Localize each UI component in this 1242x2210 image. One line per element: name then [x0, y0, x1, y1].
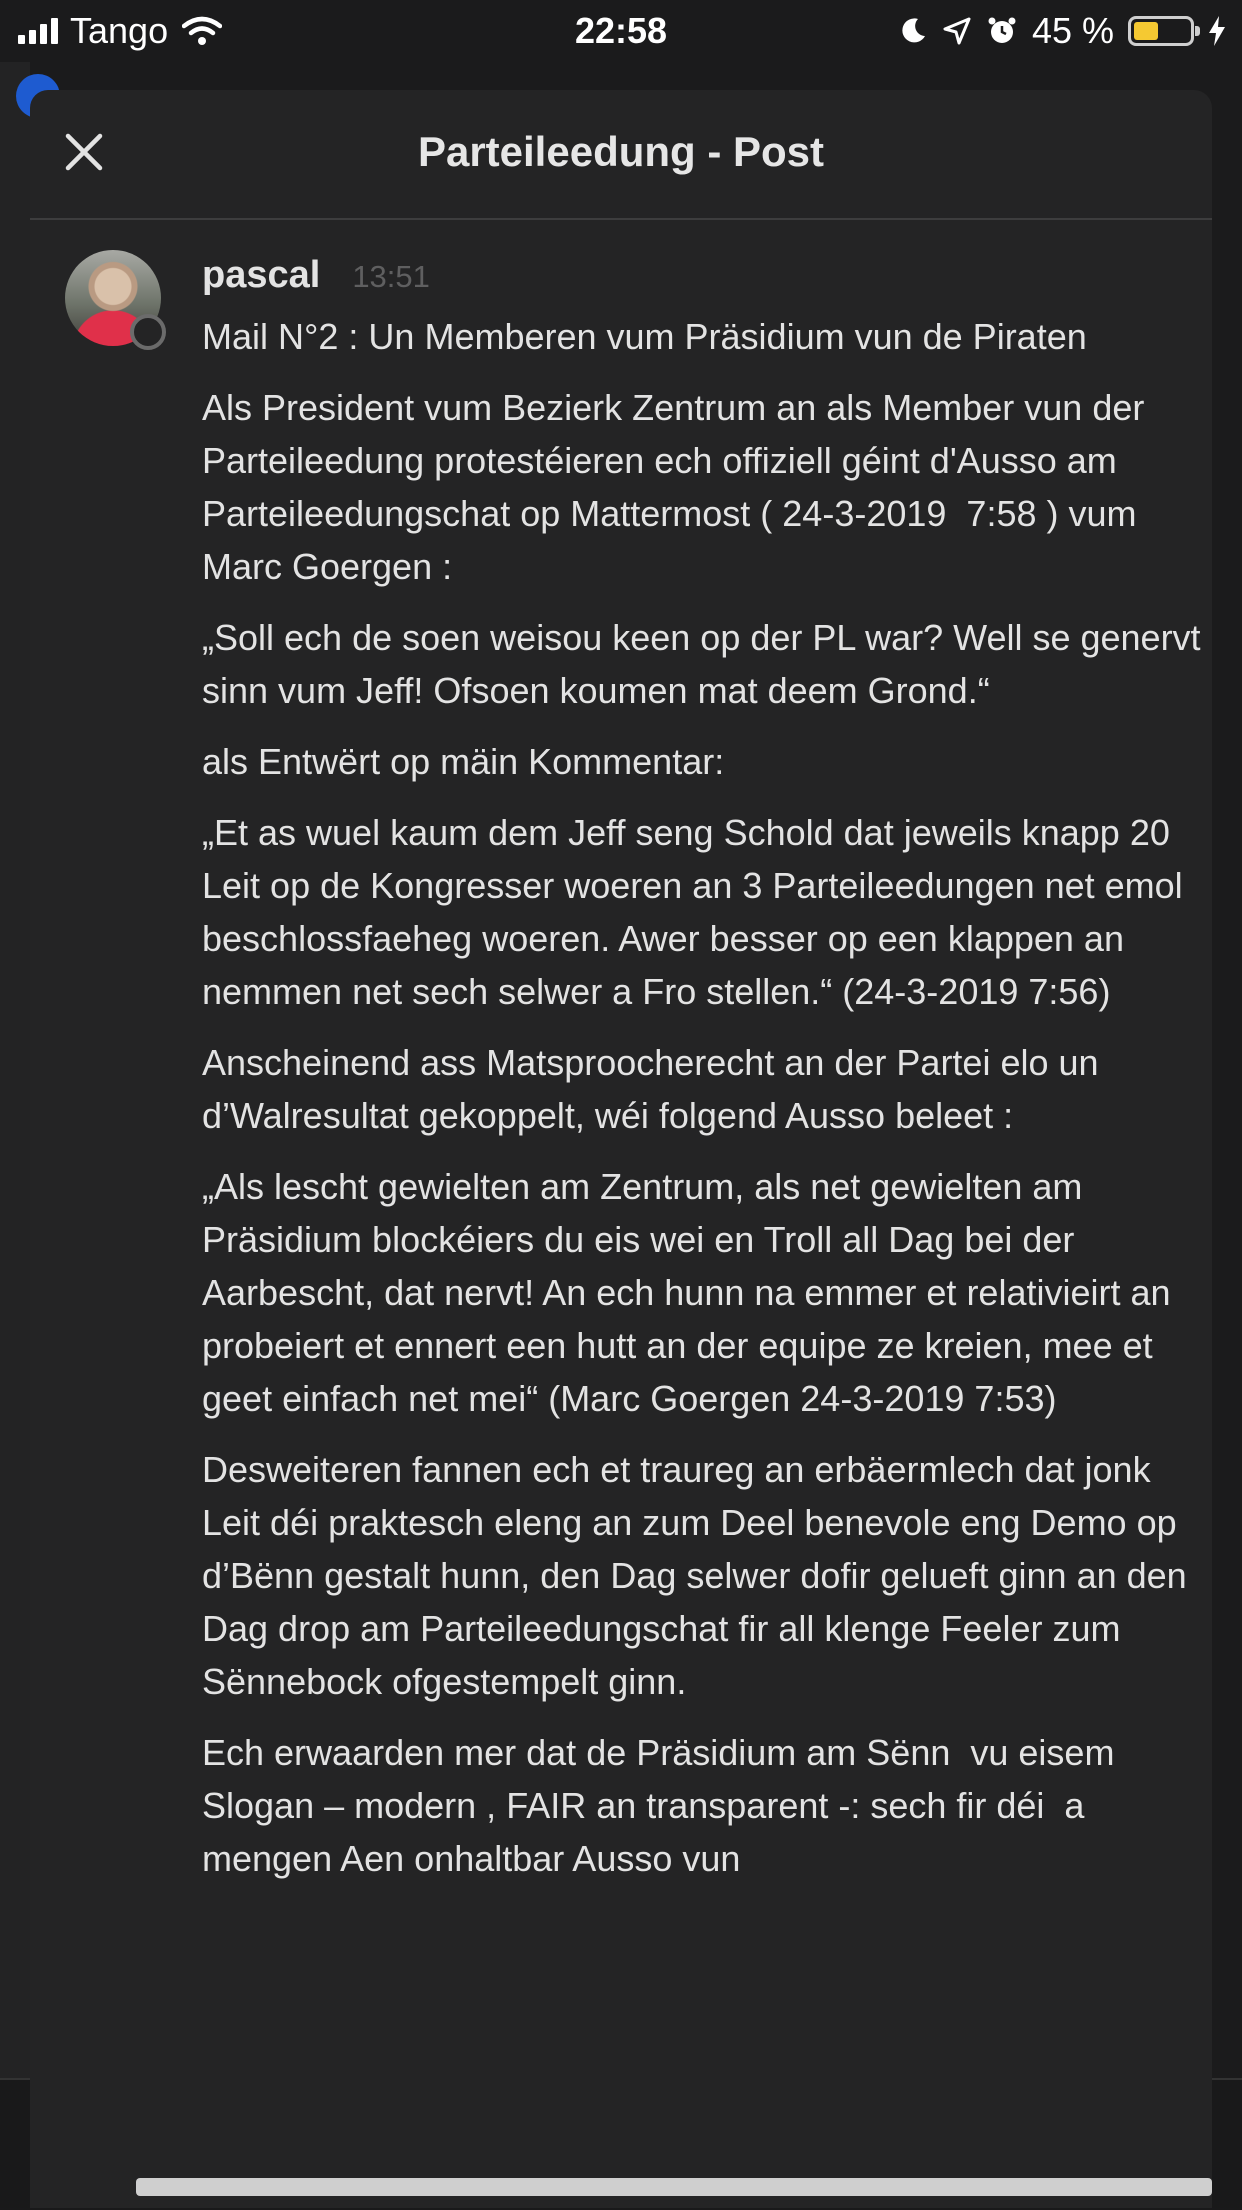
post-paragraph: Desweiteren fannen ech et traureg an erb… — [202, 1449, 1197, 1702]
battery-percent: 45 % — [1031, 10, 1114, 51]
moon-icon — [902, 18, 925, 43]
status-bar-right: 45 % — [898, 10, 1226, 52]
post-modal: Parteileedung - Post pascal 13:51 Mail N… — [30, 90, 1212, 2208]
post-paragraph: Ech erwaarden mer dat de Präsidium am Së… — [202, 1732, 1125, 1879]
location-arrow-icon — [943, 17, 971, 45]
post-timestamp: 13:51 — [352, 259, 430, 294]
post-paragraph: „Als lescht gewielten am Zentrum, als ne… — [202, 1166, 1181, 1419]
post-paragraph: „Soll ech de soen weisou keen op der PL … — [202, 617, 1211, 711]
status-bar: Tango 22:58 45 % — [0, 0, 1242, 62]
post-paragraph: „Et as wuel kaum dem Jeff seng Schold da… — [202, 812, 1193, 1012]
offline-status-icon — [130, 314, 166, 350]
alarm-clock-icon — [988, 17, 1016, 43]
modal-header: Parteileedung - Post — [30, 90, 1212, 220]
modal-title: Parteileedung - Post — [417, 128, 825, 175]
post-paragraph: Mail N°2 : Un Memberen vum Präsidium vun… — [202, 316, 1087, 357]
post-paragraph: als Entwërt op mäin Kommentar: — [202, 741, 725, 782]
post-header: pascal 13:51 — [202, 254, 430, 297]
charging-bolt-icon — [1209, 16, 1225, 46]
battery-fill — [1134, 22, 1158, 40]
horizontal-scrollbar[interactable] — [136, 2178, 1212, 2196]
post-paragraph: Anscheinend ass Matsproocherecht an der … — [202, 1042, 1109, 1136]
username[interactable]: pascal — [202, 254, 320, 297]
post-paragraph: Als President vum Bezierk Zentrum an als… — [202, 387, 1155, 587]
post-body: Mail N°2 : Un Memberen vum Präsidium vun… — [202, 310, 1202, 1903]
battery-icon — [1128, 16, 1200, 46]
background-channel-list — [0, 62, 30, 2208]
